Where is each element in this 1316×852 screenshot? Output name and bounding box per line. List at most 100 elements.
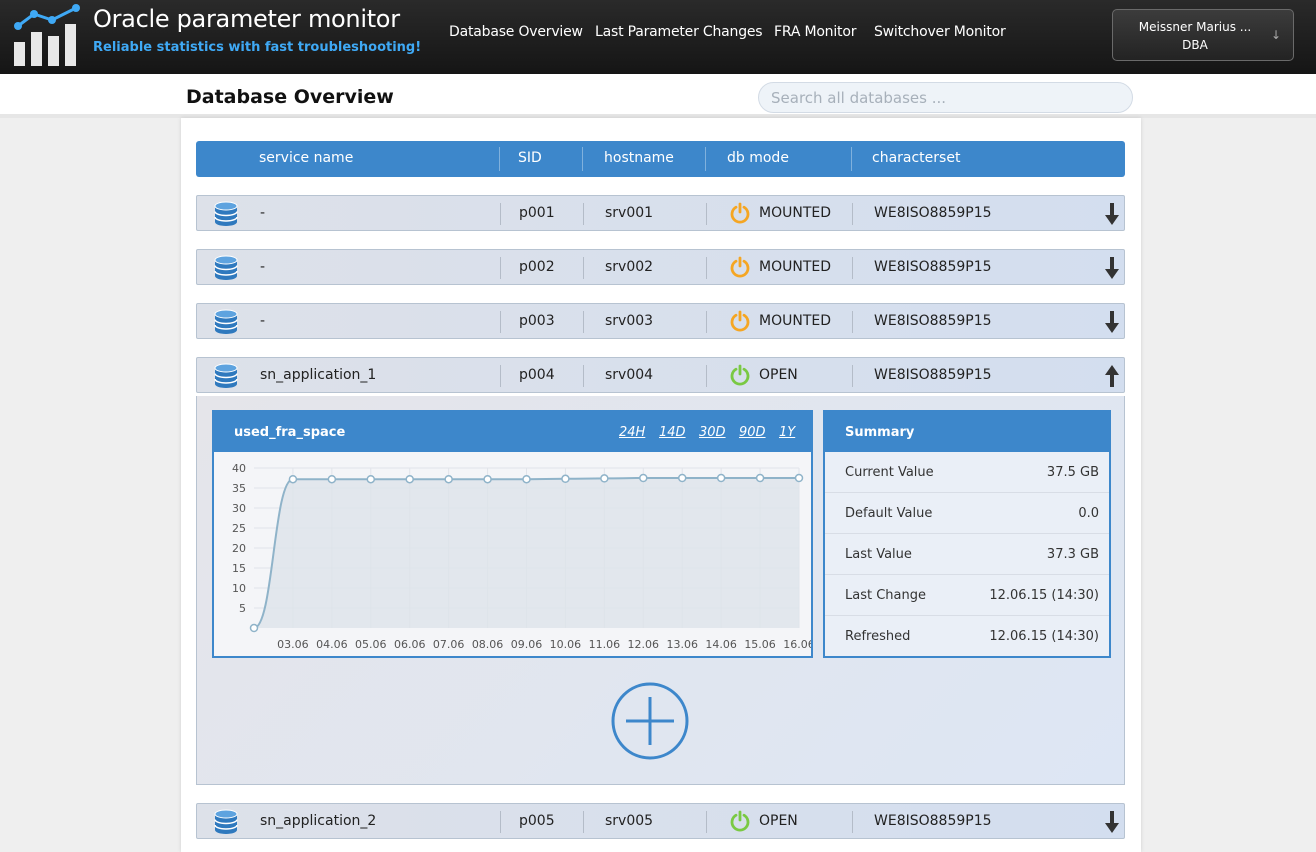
sid: p004 (519, 367, 555, 383)
hostname: srv003 (605, 313, 654, 329)
column-header-sid[interactable]: SID (518, 150, 542, 166)
column-divider (852, 257, 853, 279)
sid: p002 (519, 259, 555, 275)
column-divider (500, 257, 501, 279)
x-tick-label: 12.06 (628, 638, 660, 651)
y-tick-label: 15 (232, 562, 246, 575)
summary-row-refreshed: Refreshed 12.06.15 (14:30) (825, 616, 1109, 657)
x-tick-label: 13.06 (666, 638, 698, 651)
service-name: - (260, 259, 266, 275)
summary-list: Current Value 37.5 GB Default Value 0.0 … (825, 452, 1109, 656)
summary-label: Last Value (845, 547, 912, 562)
arrow-down-icon[interactable] (1105, 255, 1119, 281)
hostname: srv005 (605, 813, 654, 829)
data-point (677, 473, 687, 483)
db-mode: MOUNTED (759, 205, 831, 221)
range-90d-link[interactable]: 90D (739, 425, 766, 440)
arrow-down-icon[interactable] (1105, 201, 1119, 227)
range-14d-link[interactable]: 14D (659, 425, 686, 440)
data-point (639, 473, 648, 483)
power-mounted-icon (730, 256, 750, 278)
summary-value: 12.06.15 (14:30) (989, 629, 1099, 644)
data-point (327, 474, 337, 484)
nav-switchover-monitor[interactable]: Switchover Monitor (874, 24, 1006, 40)
y-tick-label: 5 (239, 602, 246, 615)
x-tick-label: 08.06 (472, 638, 504, 651)
search-input[interactable] (758, 82, 1133, 113)
x-tick-label: 14.06 (705, 638, 737, 651)
summary-row-default-value: Default Value 0.0 (825, 493, 1109, 534)
summary-row-last-change: Last Change 12.06.15 (14:30) (825, 575, 1109, 616)
column-header-characterset[interactable]: characterset (872, 150, 960, 166)
data-point (755, 473, 765, 483)
x-tick-label: 10.06 (550, 638, 582, 651)
column-divider (500, 311, 501, 333)
data-point (522, 474, 531, 484)
table-row[interactable]: - p001 srv001 MOUNTED WE8ISO8859P15 (196, 195, 1125, 231)
y-tick-label: 10 (232, 582, 246, 595)
app-logo-icon (14, 4, 80, 66)
column-divider (705, 147, 706, 171)
column-divider (706, 311, 707, 333)
chart-panel: used_fra_space 24H 14D 30D 90D 1Y 5 10 15 2… (212, 410, 813, 658)
chart-title: used_fra_space (234, 425, 346, 440)
column-divider (706, 203, 707, 225)
db-mode: OPEN (759, 813, 798, 829)
table-row[interactable]: - p003 srv003 MOUNTED WE8ISO8859P15 (196, 303, 1125, 339)
summary-row-last-value: Last Value 37.3 GB (825, 534, 1109, 575)
y-tick-label: 40 (232, 462, 246, 475)
summary-label: Last Change (845, 588, 926, 603)
chart-panel-header: used_fra_space 24H 14D 30D 90D 1Y (214, 412, 811, 452)
database-icon (214, 309, 238, 334)
row-detail-panel: used_fra_space 24H 14D 30D 90D 1Y 5 10 15 2… (196, 396, 1125, 785)
app-title: Oracle parameter monitor (93, 5, 400, 33)
user-name: Meissner Marius ... (1138, 20, 1252, 34)
sid: p001 (519, 205, 555, 221)
power-mounted-icon (730, 310, 750, 332)
column-divider (583, 811, 584, 833)
data-point (794, 473, 804, 483)
range-24h-link[interactable]: 24H (619, 425, 645, 440)
column-header-hostname[interactable]: hostname (604, 150, 674, 166)
column-divider (500, 811, 501, 833)
data-point (483, 474, 492, 484)
summary-label: Default Value (845, 506, 933, 521)
column-divider (583, 257, 584, 279)
nav-database-overview[interactable]: Database Overview (449, 24, 583, 40)
arrow-down-icon[interactable] (1105, 309, 1119, 335)
characterset: WE8ISO8859P15 (874, 259, 992, 275)
nav-fra-monitor[interactable]: FRA Monitor (774, 24, 856, 40)
column-divider (706, 365, 707, 387)
hostname: srv004 (605, 367, 654, 383)
table-row-expanded[interactable]: sn_application_1 p004 srv004 OPEN WE8ISO… (196, 357, 1125, 393)
summary-panel: Summary Current Value 37.5 GB Default Va… (823, 410, 1111, 658)
data-point (288, 474, 298, 484)
add-parameter-button[interactable] (610, 681, 690, 761)
summary-value: 12.06.15 (14:30) (989, 588, 1099, 603)
column-header-db-mode[interactable]: db mode (727, 150, 789, 166)
y-tick-label: 20 (232, 542, 246, 555)
main-content: service name SID hostname db mode charac… (181, 118, 1141, 852)
db-mode: OPEN (759, 367, 798, 383)
table-row[interactable]: - p002 srv002 MOUNTED WE8ISO8859P15 (196, 249, 1125, 285)
x-tick-label: 04.06 (316, 638, 348, 651)
power-open-icon (730, 810, 750, 832)
data-point (405, 474, 414, 484)
column-divider (852, 203, 853, 225)
range-1y-link[interactable]: 1Y (779, 425, 795, 440)
service-name: - (260, 205, 266, 221)
arrow-up-icon[interactable] (1105, 363, 1119, 389)
page-title: Database Overview (186, 86, 394, 108)
column-header-service-name[interactable]: service name (259, 150, 353, 166)
user-menu-button[interactable]: Meissner Marius ... DBA ↓ (1112, 9, 1294, 61)
column-divider (583, 365, 584, 387)
range-30d-link[interactable]: 30D (699, 425, 726, 440)
nav-last-parameter-changes[interactable]: Last Parameter Changes (595, 24, 763, 40)
summary-value: 37.3 GB (1046, 547, 1099, 562)
arrow-down-icon[interactable] (1105, 809, 1119, 835)
sid: p003 (519, 313, 555, 329)
summary-row-current-value: Current Value 37.5 GB (825, 452, 1109, 493)
app-subtitle: Reliable statistics with fast troublesho… (93, 40, 422, 55)
table-row[interactable]: sn_application_2 p005 srv005 OPEN WE8ISO… (196, 803, 1125, 839)
table-header: service name SID hostname db mode charac… (196, 141, 1125, 177)
